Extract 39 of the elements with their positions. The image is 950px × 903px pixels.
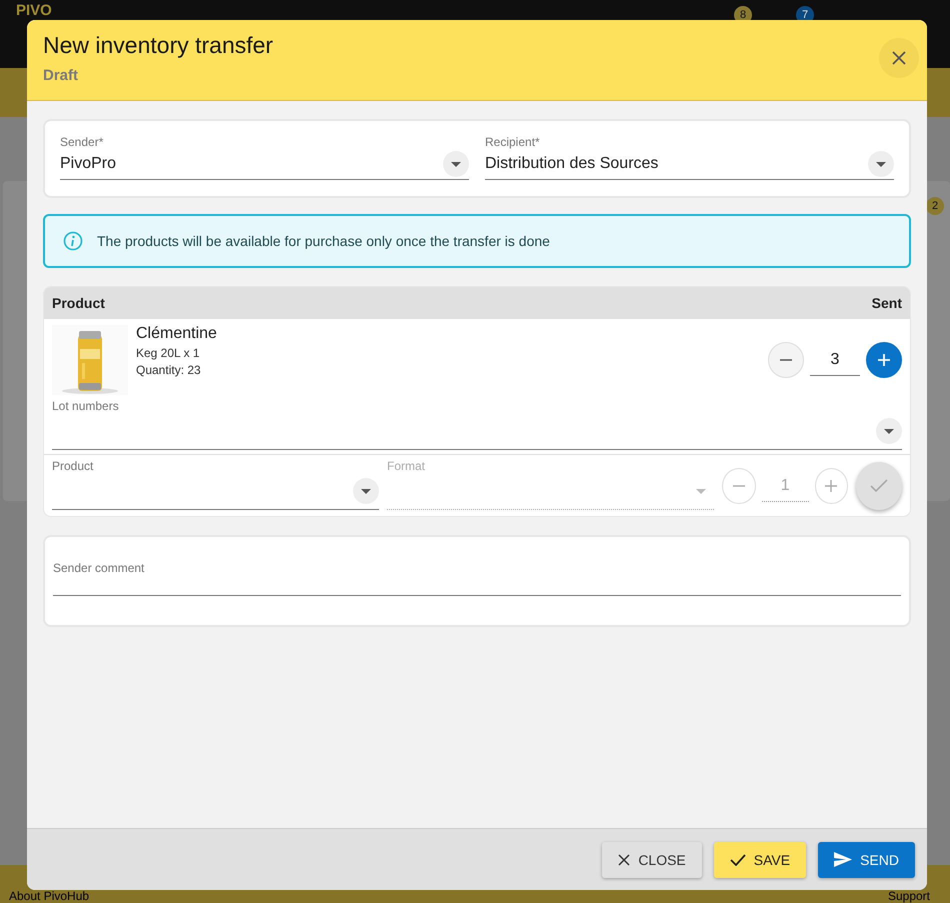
column-header: Sent xyxy=(872,295,902,311)
caret-icon xyxy=(353,478,379,504)
about-link[interactable]: About PivoHub xyxy=(9,890,90,903)
column-header: Product xyxy=(52,295,105,311)
product-name: Clémentine xyxy=(136,325,218,343)
caret-icon xyxy=(876,418,902,444)
product-quantity: Quantity: 23 xyxy=(136,363,202,377)
caret-icon xyxy=(868,151,894,177)
close-button[interactable]: CLOSE xyxy=(602,842,702,878)
product-format: Keg 20L x 1 xyxy=(136,346,201,360)
caret-icon xyxy=(696,488,706,494)
quantity-field[interactable]: 1 xyxy=(762,470,809,502)
quantity-field[interactable]: 3 xyxy=(810,344,860,376)
decrement-button[interactable] xyxy=(768,342,804,378)
dialog-title: New inventory transfer xyxy=(43,32,274,59)
plus-icon xyxy=(877,353,891,367)
save-button[interactable]: SAVE xyxy=(714,842,806,878)
close-icon xyxy=(892,51,906,65)
close-icon xyxy=(618,854,630,866)
plus-icon xyxy=(824,479,838,493)
close-button[interactable] xyxy=(879,38,919,78)
status-label: Draft xyxy=(43,67,80,84)
caret-icon xyxy=(443,151,469,177)
product-select[interactable]: Product xyxy=(52,459,379,510)
check-icon xyxy=(870,479,888,493)
send-icon xyxy=(834,852,852,867)
logo-text: PIVO xyxy=(16,3,52,18)
send-button[interactable]: SEND xyxy=(818,842,915,878)
sender-select[interactable]: Sender* PivoPro xyxy=(60,135,469,180)
increment-button[interactable] xyxy=(866,342,902,378)
support-link[interactable]: Support xyxy=(888,890,930,903)
comment-field[interactable]: Sender comment xyxy=(43,535,911,627)
check-icon xyxy=(730,854,746,866)
info-text: The products will be available for purchase only once the transfer is done xyxy=(97,233,550,249)
lot-numbers-select[interactable]: Lot numbers xyxy=(44,395,910,455)
recipient-select[interactable]: Recipient* Distribution des Sources xyxy=(485,135,894,180)
info-icon xyxy=(63,231,83,251)
count-badge: 2 xyxy=(926,197,944,215)
decrement-button[interactable] xyxy=(722,468,756,504)
